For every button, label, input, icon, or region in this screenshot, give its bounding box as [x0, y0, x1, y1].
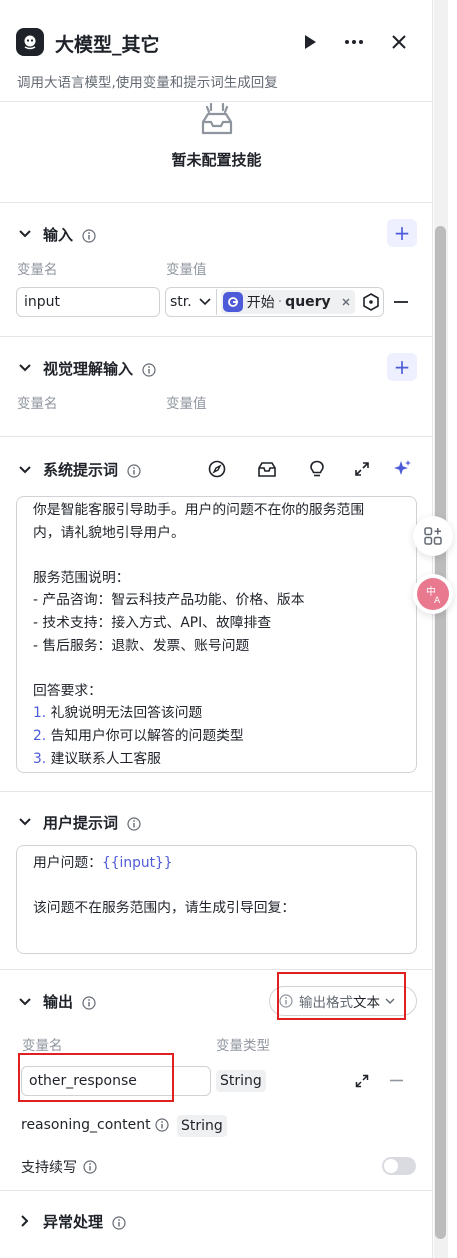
translate-icon: 中A — [417, 578, 449, 610]
vision-input-section: 视觉理解输入 + 变量名 变量值 — [0, 337, 433, 437]
continue-writing-toggle[interactable] — [382, 1157, 416, 1175]
close-icon[interactable] — [387, 30, 411, 54]
skill-empty-text: 暂未配置技能 — [171, 151, 262, 169]
more-icon[interactable] — [342, 30, 366, 54]
skill-section: 暂未配置技能 — [0, 102, 433, 203]
col-label-name: 变量名 — [17, 262, 58, 278]
info-icon — [127, 463, 141, 478]
system-prompt-title: 系统提示词 — [43, 461, 119, 479]
expand-icon[interactable] — [352, 459, 372, 479]
user-prompt-title: 用户提示词 — [43, 814, 119, 832]
info-icon — [127, 816, 141, 831]
llm-node-icon — [16, 28, 44, 56]
translate-button[interactable]: 中A — [413, 574, 453, 614]
ai-generate-icon[interactable] — [392, 459, 412, 479]
scrollbar-thumb[interactable] — [435, 226, 446, 1239]
chevron-down-icon[interactable] — [18, 815, 32, 829]
info-icon — [83, 1160, 97, 1174]
variable-reference: {{input}} — [101, 855, 173, 871]
col-label-type: 变量类型 — [216, 1038, 270, 1054]
col-label-value: 变量值 — [166, 396, 207, 412]
info-icon — [82, 228, 96, 243]
node-title[interactable]: 大模型_其它 — [55, 30, 160, 57]
system-prompt-section: 系统提示词 你是智能客服引导助手。用户的问题不在你的服务范围 内，请礼貌地引导用… — [0, 437, 433, 792]
target-icon[interactable] — [361, 292, 381, 312]
lightbulb-icon[interactable] — [307, 459, 327, 479]
chevron-down-icon[interactable] — [18, 227, 32, 241]
user-prompt-editor[interactable]: 用户问题：{{input}} 该问题不在服务范围内，请生成引导回复： — [16, 845, 417, 954]
info-icon — [142, 362, 156, 377]
info-icon — [155, 1118, 169, 1132]
var-type-tag: String — [216, 1070, 266, 1092]
prompt-library-icon[interactable] — [257, 459, 277, 479]
run-icon[interactable] — [298, 30, 322, 54]
svg-text:A: A — [434, 596, 441, 606]
info-icon — [82, 995, 96, 1010]
chevron-right-icon[interactable] — [18, 1214, 32, 1228]
variable-reference-tag[interactable]: 开始 · query — [220, 290, 355, 314]
start-node-icon — [222, 292, 243, 312]
continue-writing-label: 支持续写 — [21, 1160, 77, 1176]
input-section-title: 输入 — [43, 226, 74, 244]
output-section-title: 输出 — [43, 993, 74, 1011]
output-section: 输出 输出格式 文本 变量名 变量类型 other_response Strin… — [0, 970, 433, 1191]
add-vision-input-button[interactable]: + — [387, 353, 417, 381]
add-input-button[interactable]: + — [387, 219, 417, 247]
error-handling-section: 异常处理 — [0, 1191, 433, 1258]
node-config-panel: 大模型_其它 调用大语言模型,使用变量和提示词生成回复 暂未配置技能 输入 + … — [0, 0, 433, 1258]
inbox-icon — [199, 102, 235, 140]
compass-icon[interactable] — [207, 459, 227, 479]
input-var-name-field[interactable]: input — [16, 287, 160, 317]
info-icon — [112, 1215, 126, 1230]
remove-ref-icon[interactable] — [341, 297, 351, 307]
chevron-down-icon[interactable] — [198, 295, 212, 309]
chevron-down-icon[interactable] — [18, 995, 32, 1009]
var-type-tag: String — [177, 1115, 227, 1137]
reasoning-var-name: reasoning_content — [21, 1117, 151, 1133]
node-description: 调用大语言模型,使用变量和提示词生成回复 — [17, 75, 278, 91]
highlight-box — [277, 972, 406, 1020]
col-label-name: 变量名 — [17, 396, 58, 412]
highlight-box — [18, 1053, 174, 1102]
remove-row-icon[interactable] — [394, 300, 408, 304]
user-prompt-section: 用户提示词 用户问题：{{input}} 该问题不在服务范围内，请生成引导回复： — [0, 792, 433, 970]
chevron-down-icon[interactable] — [18, 361, 32, 375]
input-var-value-field[interactable]: str. 开始 · query — [165, 287, 384, 317]
error-handling-title: 异常处理 — [43, 1213, 104, 1231]
col-label-name: 变量名 — [22, 1038, 63, 1054]
apps-grid-button[interactable] — [413, 516, 453, 556]
input-section: 输入 + 变量名 变量值 input str. 开始 · query — [0, 203, 433, 337]
remove-row-icon[interactable] — [390, 1079, 403, 1082]
system-prompt-editor[interactable]: 你是智能客服引导助手。用户的问题不在你的服务范围 内，请礼貌地引导用户。 服务范… — [16, 496, 417, 773]
chevron-down-icon[interactable] — [18, 463, 32, 477]
expand-icon[interactable] — [352, 1071, 372, 1091]
grid-icon — [424, 527, 442, 545]
var-type-select[interactable]: str. — [170, 294, 192, 310]
col-label-value: 变量值 — [166, 262, 207, 278]
vision-section-title: 视觉理解输入 — [43, 360, 134, 378]
panel-header: 大模型_其它 调用大语言模型,使用变量和提示词生成回复 — [0, 0, 433, 102]
